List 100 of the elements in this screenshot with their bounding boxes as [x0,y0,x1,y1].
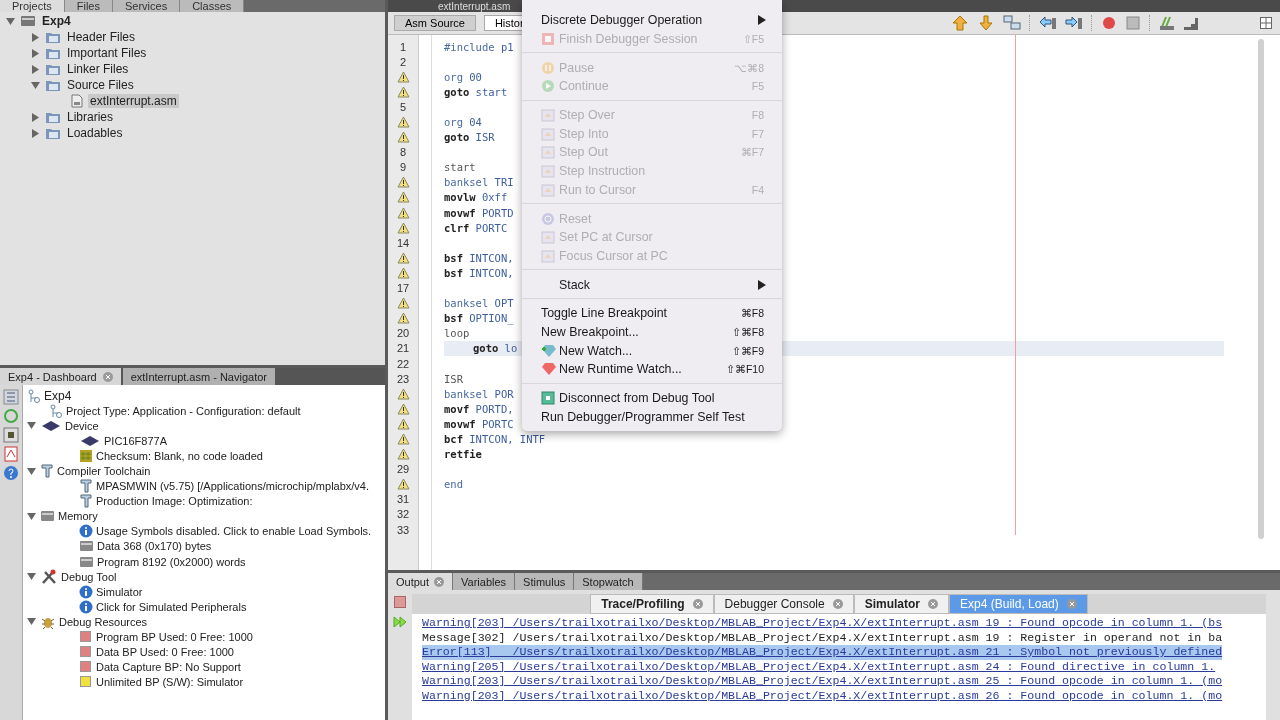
expand-toggle-icon[interactable] [27,511,37,521]
log-line[interactable]: Message[302] /Users/trailxotrailxo/Desktop/MBLAB_Project/Exp4.X/extInterrupt.asm 19 : Register in operand not in ba [422,630,1223,645]
dashboard-item[interactable]: Exp4 [44,388,72,403]
dashboard-item[interactable]: Data Capture BP: No Support [96,661,241,674]
dashboard-item[interactable]: Compiler Toolchain [57,465,151,477]
close-icon[interactable] [434,576,445,587]
dashboard-item[interactable]: MPASMWIN (v5.75) [/Applications/microchip/mplabx/v4. [96,480,370,493]
dashboard-item[interactable]: Memory [58,510,98,523]
panel-tab[interactable]: Files [64,0,113,12]
line-number: 17 [396,282,410,295]
arrow-left-icon[interactable] [1038,15,1057,31]
menu-item[interactable]: Toggle Line Breakpoint ⌘F8 [522,303,782,323]
tree-item[interactable]: Header Files [65,30,138,44]
panel-tab[interactable]: Classes [180,0,245,12]
dashboard-item[interactable]: Project Type: Application - Configuration: default [66,404,301,417]
dashboard-item[interactable]: Program BP Used: 0 Free: 1000 [96,631,253,644]
menu-item[interactable]: Run Debugger/Programmer Self Test [522,407,782,427]
code-line: org 04 [444,116,482,128]
steps-icon[interactable] [1182,15,1199,31]
menu-item[interactable]: New Watch... ⇧⌘F9 [522,341,782,360]
expand-toggle-icon[interactable] [27,572,37,582]
close-icon[interactable] [692,599,703,609]
panel-tab[interactable]: Services [113,0,181,12]
panel-tab[interactable]: Exp4 - Dashboard [0,368,121,385]
tree-item[interactable]: Linker Files [65,62,131,76]
chip-icon[interactable] [3,427,19,443]
dashboard-item[interactable]: Unlimited BP (S/W): Simulator [96,676,244,689]
expand-toggle-icon[interactable] [6,16,16,26]
expand-toggle-icon[interactable] [31,32,41,42]
close-icon[interactable] [928,599,938,609]
panel-tab[interactable]: Stimulus [515,573,575,590]
help-icon[interactable] [3,465,19,481]
code-line: goto start [444,85,508,98]
dashboard-item[interactable]: Debug Resources [59,615,148,628]
close-icon[interactable] [832,599,843,609]
menu-item[interactable]: New Runtime Watch... ⇧⌘F10 [522,360,782,379]
expand-toggle-icon[interactable] [31,48,41,58]
tree-item[interactable]: Exp4 [40,14,73,28]
menu-item[interactable]: Disconnect from Debug Tool [522,388,782,408]
menu-item[interactable]: Stack [522,275,782,294]
dashboard-item[interactable]: Program 8192 (0x2000) words [97,555,246,568]
panel-tab[interactable]: Stopwatch [574,573,643,590]
pdf-icon[interactable] [3,446,19,462]
properties-icon[interactable] [3,389,19,405]
close-icon[interactable] [102,371,113,382]
dashboard-item[interactable]: Usage Symbols disabled. Click to enable Load Symbols. [96,525,372,538]
dashboard-item[interactable]: PIC16F877A [104,434,167,447]
expand-toggle-icon[interactable] [27,466,37,476]
folder-icon [45,78,61,92]
tree-item[interactable]: Libraries [65,110,116,124]
console-tab[interactable]: Trace/Profiling [590,594,714,614]
menu-item[interactable]: New Breakpoint... ⇧⌘F8 [522,322,782,342]
close-icon[interactable] [1066,599,1077,609]
tree-item[interactable]: Important Files [65,46,149,60]
expand-toggle-icon[interactable] [31,112,41,122]
panel-tab[interactable]: extInterrupt.asm - Navigator [122,368,275,385]
dashboard-item[interactable]: Production Image: Optimization: [96,495,253,508]
code-line: #include p1 [444,40,514,53]
play-icon [541,79,555,94]
dashboard-item[interactable]: Data 368 (0x170) bytes [97,540,212,553]
console-tab[interactable]: Debugger Console [713,594,854,614]
expand-toggle-icon[interactable] [31,128,41,138]
panel-tab[interactable]: Variables [453,573,516,590]
pause-icon [541,60,555,75]
expand-toggle-icon[interactable] [31,80,41,90]
code-line: clrf PORTC [444,221,508,234]
record-icon[interactable] [1100,15,1117,31]
arrow-up-icon[interactable] [950,15,969,31]
dashboard-item[interactable]: Device [65,419,99,432]
panel-tab[interactable]: Projects [0,0,65,12]
dashboard-item[interactable]: Simulator [96,585,143,598]
expand-toggle-icon[interactable] [27,617,37,627]
tree-item[interactable]: Loadables [65,126,125,140]
dashboard-item[interactable]: Debug Tool [61,570,117,583]
shapes-icon[interactable] [1002,15,1021,31]
hammer-icon [40,463,54,479]
file-tab[interactable]: extInterrupt.asm [388,1,521,12]
dashboard-item[interactable]: Data BP Used: 0 Free: 1000 [96,646,234,659]
dashboard-item[interactable]: Checksum: Blank, no code loaded [96,449,263,462]
expand-toggle-icon[interactable] [31,64,41,74]
arrow-down-icon[interactable] [976,15,995,31]
view-tab[interactable]: Asm Source [394,15,476,31]
tree-item[interactable]: Source Files [65,78,136,92]
dashboard-item[interactable]: Click for Simulated Peripherals [96,600,247,613]
folder-icon [45,126,61,140]
grid-icon[interactable] [1260,17,1272,29]
tree-item[interactable]: extInterrupt.asm [88,94,179,108]
line-number: 2 [399,55,407,68]
arrow-right-icon[interactable] [1064,15,1083,31]
expand-toggle-icon[interactable] [27,421,37,431]
line-number: 5 [399,100,407,113]
log-line[interactable]: Warning[203] /Users/trailxotrailxo/Desktop/MBLAB_Project/Exp4.X/extInterrupt.asm 25 : Found opcode in column 1. (mo [422,674,1223,689]
rerun-icon[interactable] [393,616,407,628]
tools-icon [40,568,58,585]
panel-tab[interactable]: Output [388,573,454,590]
stop-icon[interactable] [1124,15,1141,31]
log-line[interactable]: Warning[203] /Users/trailxotrailxo/Desktop/MBLAB_Project/Exp4.X/extInterrupt.asm 26 : Found opcode in column 1. (mo [422,688,1223,703]
log-line[interactable]: Warning[205] /Users/trailxotrailxo/Desktop/MBLAB_Project/Exp4.X/extInterrupt.asm 24 : Found directive in column 1. [422,659,1216,674]
console-tab[interactable]: Simulator [853,594,949,614]
log-line[interactable]: Warning[203] /Users/trailxotrailxo/Desktop/MBLAB_Project/Exp4.X/extInterrupt.asm 19 : Found opcode in column 1. (bs [422,616,1223,631]
